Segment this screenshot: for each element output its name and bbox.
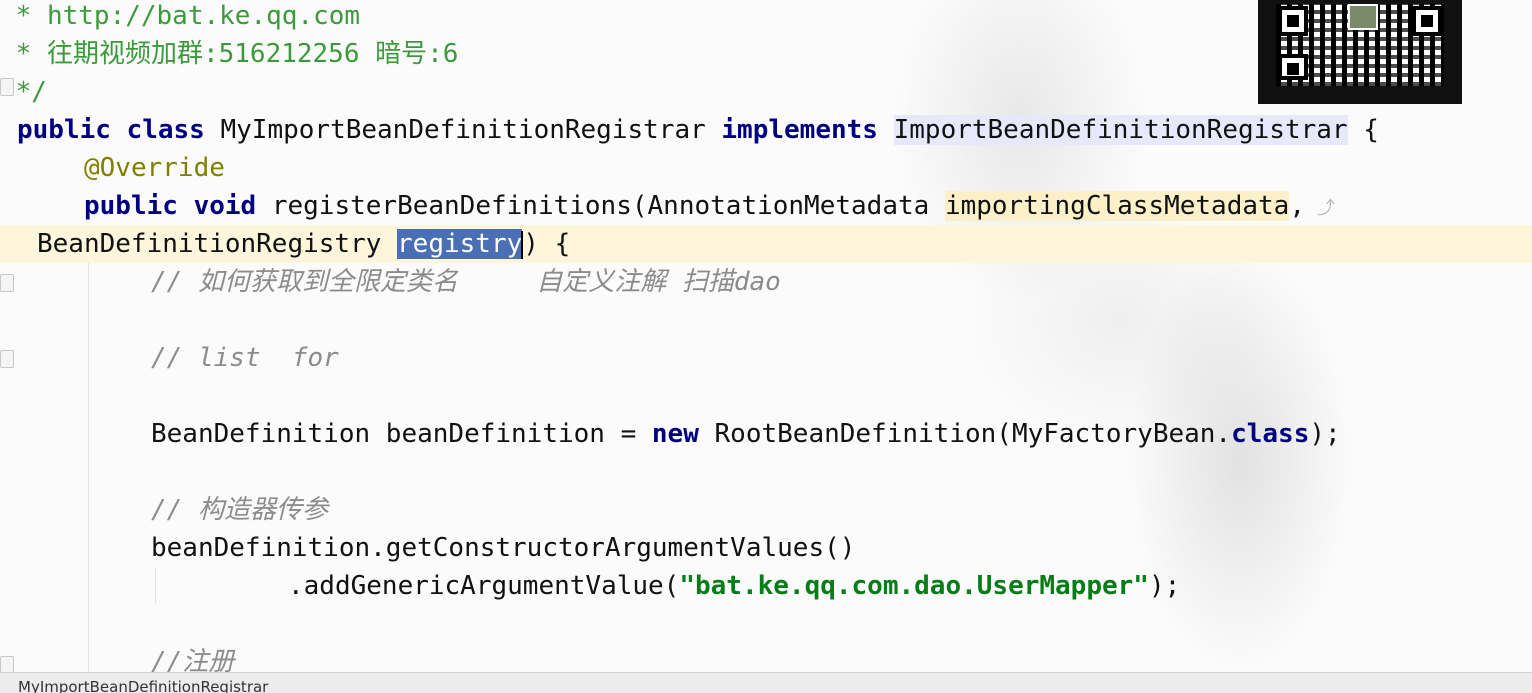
method-call: .addGenericArgumentValue( (288, 571, 680, 601)
qr-finder (1278, 54, 1308, 80)
keyword: public class (17, 115, 205, 145)
brace: { (1347, 115, 1379, 145)
declaration: BeanDefinition beanDefinition = (151, 419, 652, 449)
code-line[interactable]: // 如何获取到全限定类名 自定义注解 扫描dao (151, 263, 1532, 301)
selected-parameter[interactable]: registry (397, 229, 523, 259)
code-line[interactable]: beanDefinition.getConstructorArgumentVal… (151, 529, 1532, 567)
constructor-call: RootBeanDefinition(MyFactoryBean. (698, 419, 1232, 449)
keyword: new (651, 419, 699, 449)
parameter-type: BeanDefinitionRegistry (37, 229, 398, 259)
comma: , (1289, 191, 1305, 221)
parameter-name: importingClassMetadata (944, 191, 1290, 221)
doc-comment: * http://bat.ke.qq.com (0, 1, 361, 31)
method-signature-line[interactable]: public void registerBeanDefinitions(Anno… (84, 187, 1532, 225)
doc-comment: * 往期视频加群:516212256 暗号:6 (0, 39, 459, 69)
annotation: @Override (84, 153, 225, 183)
indent-guide (155, 568, 156, 604)
class-name: MyImportBeanDefinitionRegistrar (204, 115, 722, 145)
paren-brace: ) { (523, 229, 571, 259)
parameter-hint-icon: ⤴ (1316, 198, 1335, 219)
keyword: implements (721, 115, 878, 145)
code-line[interactable]: // list for (151, 339, 1532, 377)
method-call: beanDefinition.getConstructorArgumentVal… (151, 533, 856, 563)
qr-finder (1278, 6, 1308, 36)
fold-marker-icon[interactable] (0, 274, 14, 292)
semicolon: ); (1148, 571, 1181, 601)
interface-name: ImportBeanDefinitionRegistrar (893, 115, 1348, 145)
qr-finder (1412, 6, 1442, 36)
comment: // 如何获取到全限定类名 自定义注解 扫描dao (151, 267, 781, 297)
keyword: class (1231, 419, 1310, 449)
comment: // list for (151, 343, 339, 373)
breadcrumb-file[interactable]: MyImportBeanDefinitionRegistrar (18, 677, 268, 693)
doc-comment: */ (0, 77, 47, 107)
qr-code-overlay (1258, 0, 1462, 104)
fold-marker-icon[interactable] (0, 350, 14, 368)
code-line[interactable]: .addGenericArgumentValue("bat.ke.qq.com.… (288, 567, 1532, 605)
code-line[interactable]: @Override (84, 149, 1532, 187)
semicolon: ); (1309, 419, 1341, 449)
class-declaration-line[interactable]: public class MyImportBeanDefinitionRegis… (17, 111, 1532, 149)
keyword: public void (84, 191, 257, 221)
method-signature: registerBeanDefinitions(AnnotationMetada… (256, 191, 945, 221)
code-line[interactable]: BeanDefinition beanDefinition = new Root… (151, 415, 1532, 453)
string-literal: "bat.ke.qq.com.dao.UserMapper" (679, 571, 1149, 601)
indent-guide (88, 250, 89, 672)
editor-breadcrumb-bar[interactable]: MyImportBeanDefinitionRegistrar (0, 672, 1532, 693)
current-line[interactable]: BeanDefinitionRegistry registry) { (0, 225, 1532, 263)
qr-code-icon (1276, 4, 1444, 86)
qr-logo (1348, 4, 1378, 30)
comment: // 构造器传参 (151, 495, 328, 525)
code-line[interactable]: // 构造器传参 (151, 491, 1532, 529)
